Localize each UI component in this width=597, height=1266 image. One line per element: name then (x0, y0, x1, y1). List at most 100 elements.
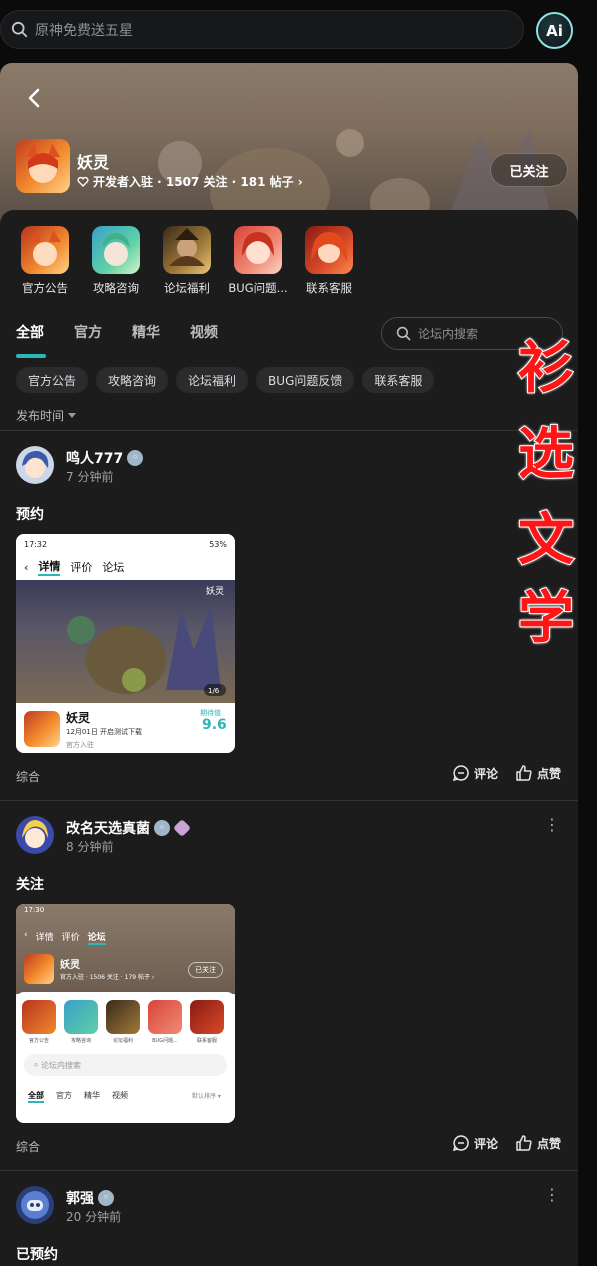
back-arrow-icon: ‹ (24, 560, 29, 574)
welfare-icon (163, 226, 211, 274)
shortcut-label: 论坛福利 (164, 281, 210, 295)
screenshot-tabs: 全部 官方 精华 视频 (28, 1090, 128, 1103)
watermark-char: 选 (517, 421, 575, 488)
watermark-char: 衫 (517, 335, 575, 402)
like-button[interactable]: 点赞 (515, 1134, 561, 1152)
screenshot-game-info: 妖灵 12月01日 开启测试下载 官方入驻 期待值 9.6 (16, 703, 235, 753)
divider (0, 1170, 578, 1171)
divider (0, 800, 578, 801)
page-indicator: 1/6 (208, 687, 220, 695)
screenshot-game-name: 妖灵 (60, 960, 80, 971)
post-category[interactable]: 综合 (16, 768, 40, 785)
screenshot-nav: ‹ 详情 评价 论坛 (16, 554, 235, 580)
screenshot-shortcut: 官方公告 (22, 1000, 56, 1044)
post-image[interactable]: 17:32 53% ‹ 详情 评价 论坛 妖灵 1/6 妖灵 12月01日 开启… (16, 534, 235, 753)
bug-report-icon (234, 226, 282, 274)
screenshot-shortcuts: 官方公告 攻略咨询 论坛福利 BUG问题... 联系客服 (22, 1000, 224, 1044)
screenshot-shortcut: BUG问题... (148, 1000, 182, 1044)
screenshot-tab: 详情 (38, 558, 61, 576)
level-badge-icon: ◦ (154, 820, 170, 836)
chip-customer-service[interactable]: 联系客服 (362, 367, 435, 393)
screenshot-tab: 详情 (35, 933, 54, 943)
post-title: 预约 (16, 507, 44, 523)
forum-search-placeholder: 论坛内搜索 (418, 327, 479, 341)
author-name: 鸣人777 (66, 451, 124, 467)
post-author[interactable]: 郭强 ◦ (66, 1188, 114, 1208)
back-arrow-icon[interactable] (22, 85, 48, 111)
game-icon (24, 954, 54, 984)
global-search-input[interactable]: 原神免费送五星 (0, 10, 524, 49)
tab-featured[interactable]: 精华 (132, 322, 160, 352)
caret-down-icon (68, 412, 77, 418)
screenshot-shortcut: 论坛福利 (106, 1000, 140, 1044)
cube-badge-icon (172, 818, 192, 838)
customer-service-icon (305, 226, 353, 274)
screenshot-game-art: 妖灵 1/6 (16, 580, 235, 703)
post-time: 7 分钟前 (66, 470, 114, 484)
shortcut-strategy[interactable]: 攻略咨询 (86, 226, 146, 296)
more-options-icon[interactable]: ⋮ (544, 817, 560, 833)
search-placeholder: 原神免费送五星 (35, 22, 133, 39)
forum-info-row: 妖灵 开发者入驻 · 1507 关注 · 181 帖子 › 已关注 (16, 139, 576, 195)
user-avatar[interactable] (16, 446, 54, 484)
tab-video[interactable]: 视频 (190, 322, 218, 352)
screenshot-tab: 论坛 (87, 930, 106, 945)
forum-header-banner: 妖灵 开发者入驻 · 1507 关注 · 181 帖子 › 已关注 (0, 63, 578, 223)
back-arrow-icon: ‹ (24, 930, 28, 940)
more-options-icon[interactable]: ⋮ (544, 1187, 560, 1203)
screenshot-game-name: 妖灵 (66, 711, 91, 725)
shortcut-label: 官方公告 (22, 281, 68, 295)
ai-assistant-button[interactable]: Ai (536, 12, 573, 49)
level-badge-icon: ◦ (98, 1190, 114, 1206)
game-icon (24, 711, 60, 747)
search-icon (11, 21, 28, 37)
comment-button[interactable]: 评论 (452, 1134, 498, 1152)
art-title: 妖灵 (206, 585, 224, 597)
user-avatar[interactable] (16, 816, 54, 854)
comment-icon (452, 1135, 469, 1152)
chip-welfare[interactable]: 论坛福利 (176, 367, 249, 393)
follow-button[interactable]: 已关注 (490, 153, 568, 187)
post-author[interactable]: 鸣人777 ◦ (66, 448, 144, 468)
search-icon: ⌕ (34, 1060, 42, 1069)
chip-strategy[interactable]: 攻略咨询 (96, 367, 169, 393)
tab-official[interactable]: 官方 (74, 322, 102, 352)
shortcut-official-announcement[interactable]: 官方公告 (15, 226, 75, 296)
forum-meta[interactable]: 开发者入驻 · 1507 关注 · 181 帖子 › (77, 173, 303, 190)
comment-label: 评论 (474, 766, 499, 781)
thumbs-up-icon (516, 1135, 532, 1151)
screenshot-status-bar: 17:32 53% (16, 534, 235, 554)
category-chips: 官方公告 攻略咨询 论坛福利 BUG问题反馈 联系客服 (16, 367, 435, 393)
screenshot-tab: 论坛 (102, 561, 125, 574)
screenshot-shortcut: 联系客服 (190, 1000, 224, 1044)
shortcut-customer-service[interactable]: 联系客服 (299, 226, 359, 296)
post-time: 8 分钟前 (66, 840, 114, 854)
watermark-char: 文 (517, 507, 575, 574)
chip-bug-report[interactable]: BUG问题反馈 (256, 367, 355, 393)
chip-official-announcement[interactable]: 官方公告 (16, 367, 89, 393)
post-author[interactable]: 改名天选真菌 ◦ (66, 818, 192, 838)
screenshot-nav: ‹ 详情 评价 论坛 (24, 930, 106, 945)
thumbs-up-icon (516, 765, 532, 781)
like-button[interactable]: 点赞 (515, 764, 561, 782)
shortcut-label: 攻略咨询 (93, 281, 139, 295)
shortcut-welfare[interactable]: 论坛福利 (157, 226, 217, 296)
post-image[interactable]: 17:30 ‹ 详情 评价 论坛 妖灵 官方入驻 · 1506 关注 · 179… (16, 904, 235, 1123)
sort-dropdown[interactable]: 发布时间 (16, 407, 77, 424)
shortcut-label: BUG问题... (228, 281, 288, 295)
post-time: 20 分钟前 (66, 1210, 122, 1224)
forum-card: 妖灵 开发者入驻 · 1507 关注 · 181 帖子 › 已关注 官方公告 攻… (0, 63, 578, 1266)
tab-all[interactable]: 全部 (16, 322, 46, 358)
forum-content-panel: 官方公告 攻略咨询 论坛福利 BUG问题... 联系客服 全部 官方 精华 视频… (0, 210, 578, 1266)
heart-icon (77, 176, 89, 187)
comment-button[interactable]: 评论 (452, 764, 498, 782)
status-time: 17:30 (24, 906, 45, 914)
game-icon[interactable] (16, 139, 70, 193)
screenshot-game-meta: 官方入驻 · 1506 关注 · 179 帖子 › (60, 974, 155, 981)
status-battery: 53% (209, 539, 227, 549)
shortcut-bug-report[interactable]: BUG问题... (228, 226, 288, 296)
post-category[interactable]: 综合 (16, 1138, 40, 1155)
divider (0, 430, 578, 431)
user-avatar[interactable] (16, 1186, 54, 1224)
forum-meta-text: 开发者入驻 · 1507 关注 · 181 帖子 › (93, 175, 303, 189)
